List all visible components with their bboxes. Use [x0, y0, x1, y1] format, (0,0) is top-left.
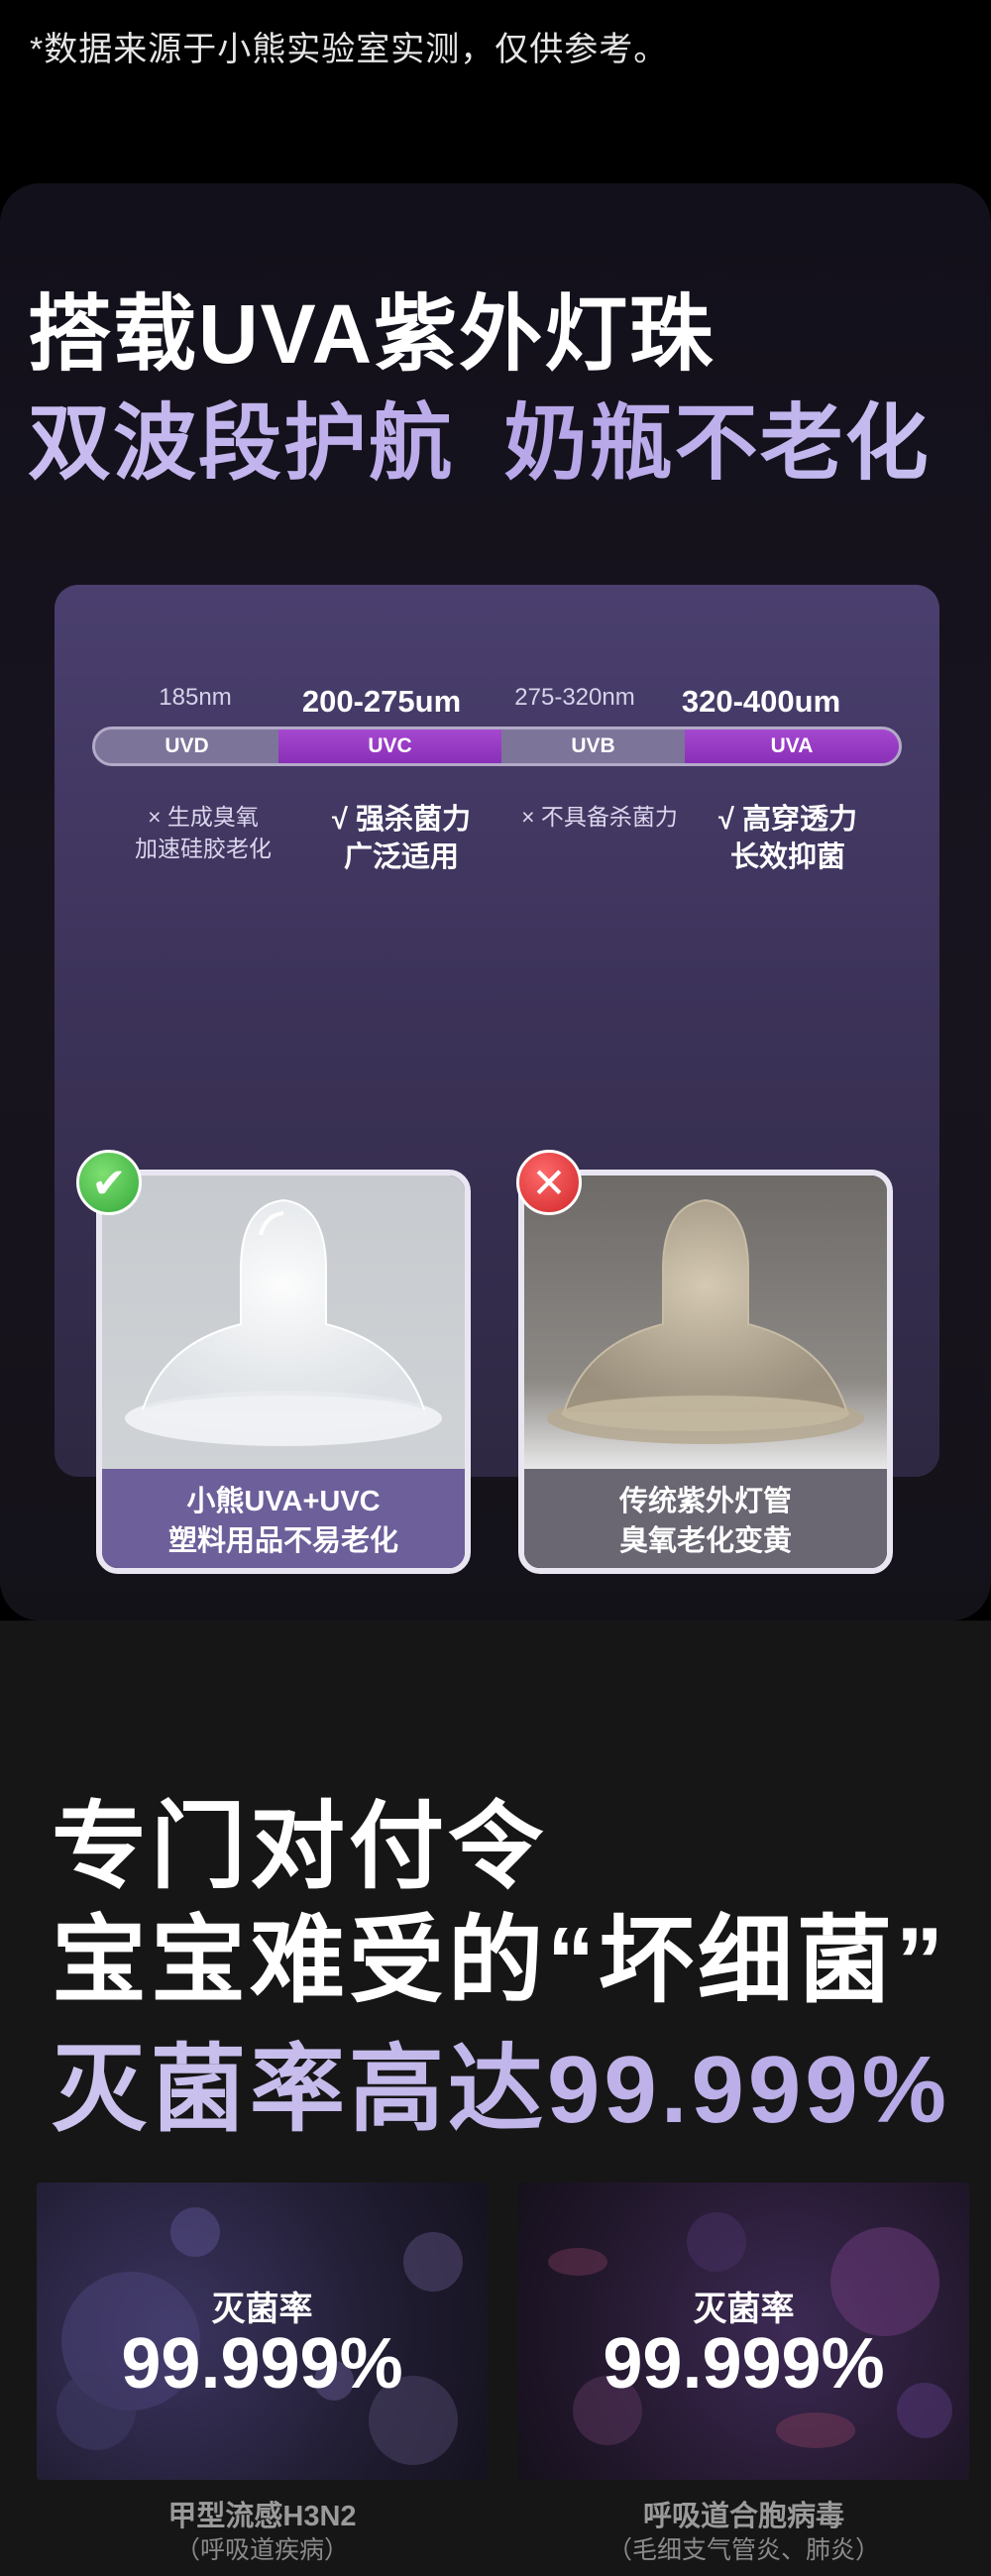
virus2-name: 呼吸道合胞病毒	[642, 2501, 844, 2532]
virus-card-rsv: 灭菌率 99.999%	[518, 2183, 969, 2480]
desc-uvd: × 生成臭氧 加速硅胶老化	[94, 801, 312, 864]
desc-uvc-line2: 广泛适用	[343, 841, 459, 873]
desc-uva-line1: √ 高穿透力	[718, 804, 857, 836]
good-caption-line1: 小熊UVA+UVC	[186, 1486, 381, 1517]
headline2-line2: 宝宝难受的“坏细菌”	[52, 1908, 947, 2014]
virus1-name: 甲型流感H3N2	[167, 2501, 357, 2532]
yellowed-nipple-image	[524, 1176, 887, 1469]
good-caption-line2: 塑料用品不易老化	[167, 1525, 398, 1557]
desc-uvd-line2: 加速硅胶老化	[135, 836, 272, 861]
virus1-rate: 99.999%	[121, 2324, 403, 2404]
virus2-rate: 99.999%	[603, 2324, 885, 2404]
headline-line1: 搭载UVA紫外灯珠	[28, 287, 716, 381]
desc-uvc: √ 强杀菌力 广泛适用	[307, 801, 496, 876]
wavelength-uvc: 200-275um	[301, 684, 462, 719]
check-icon: ✔	[76, 1150, 142, 1215]
bad-caption-line2: 臭氧老化变黄	[618, 1525, 792, 1557]
bad-caption-line1: 传统紫外灯管	[618, 1486, 792, 1517]
good-nipple-card: 小熊UVA+UVC 塑料用品不易老化	[96, 1170, 471, 1574]
desc-uvb-line1: × 不具备杀菌力	[521, 804, 678, 830]
wavelength-uvb: 275-320nm	[514, 684, 635, 711]
band-uvd: UVD	[95, 729, 278, 763]
headline-line2: 双波段护航 奶瓶不老化	[28, 377, 931, 497]
desc-uvd-line1: × 生成臭氧	[148, 804, 259, 830]
virus-card-influenza: 灭菌率 99.999%	[37, 2183, 488, 2480]
uva-section: 搭载UVA紫外灯珠 双波段护航 奶瓶不老化 185nm 200-275um 27…	[0, 183, 991, 1621]
desc-uva-line2: 长效抑菌	[729, 841, 845, 873]
desc-uvc-line1: √ 强杀菌力	[332, 804, 471, 836]
band-uvb: UVB	[501, 729, 685, 763]
disclaimer: *数据来源于小熊实验室实测，仅供参考。	[30, 31, 669, 68]
spectrum-panel: 185nm 200-275um 275-320nm 320-400um UVD …	[55, 585, 939, 1574]
good-caption: 小熊UVA+UVC 塑料用品不易老化	[102, 1469, 465, 1568]
bad-caption: 传统紫外灯管 臭氧老化变黄	[524, 1469, 887, 1568]
virus1-sub: （呼吸道疾病）	[174, 2536, 349, 2564]
desc-uva: √ 高穿透力 长效抑菌	[694, 801, 882, 876]
desc-uvb: × 不具备杀菌力	[500, 801, 699, 833]
band-uvc: UVC	[278, 729, 501, 763]
headline2-line3: 灭菌率高达99.999%	[52, 2012, 950, 2150]
spectrum-bar: UVD UVC UVB UVA	[92, 727, 902, 766]
virus2-sub: （毛细支气管炎、肺炎）	[606, 2536, 880, 2564]
cross-icon: ✕	[516, 1150, 582, 1215]
wavelength-uvd: 185nm	[159, 684, 232, 711]
band-uva: UVA	[685, 729, 899, 763]
wavelength-uva: 320-400um	[681, 684, 841, 719]
bacteria-section: 专门对付令 宝宝难受的“坏细菌” 灭菌率高达99.999% 灭菌率 99.999…	[0, 1621, 991, 2576]
clear-nipple-image	[102, 1176, 465, 1469]
bad-nipple-card: 传统紫外灯管 臭氧老化变黄	[518, 1170, 893, 1574]
